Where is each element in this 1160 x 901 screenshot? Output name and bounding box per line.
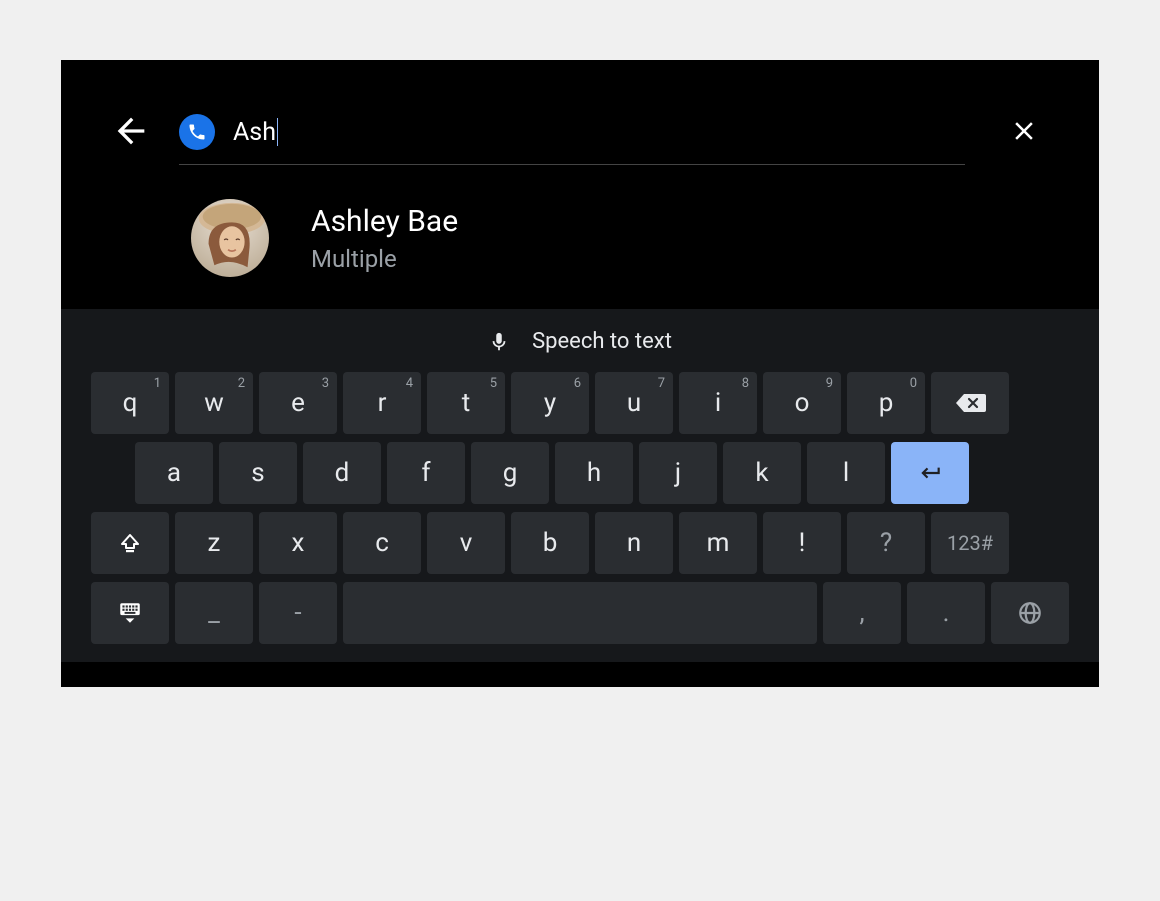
key-m[interactable]: m [679, 512, 757, 574]
key-a[interactable]: a [135, 442, 213, 504]
key-q[interactable]: q1 [91, 372, 169, 434]
contact-text: Ashley Bae Multiple [311, 204, 458, 273]
hide-keyboard-icon [117, 600, 143, 626]
key-question[interactable]: ? [847, 512, 925, 574]
key-hide-keyboard[interactable] [91, 582, 169, 644]
key-y[interactable]: y6 [511, 372, 589, 434]
key-language[interactable] [991, 582, 1069, 644]
backspace-icon [954, 391, 986, 415]
key-dash[interactable]: - [259, 582, 337, 644]
microphone-icon [488, 331, 510, 353]
key-g[interactable]: g [471, 442, 549, 504]
search-field[interactable]: Ash [179, 114, 965, 165]
key-t[interactable]: t5 [427, 372, 505, 434]
key-w[interactable]: w2 [175, 372, 253, 434]
key-symbols[interactable]: 123# [931, 512, 1009, 574]
key-backspace[interactable] [931, 372, 1009, 434]
contact-avatar [191, 199, 269, 277]
keyboard-row-4: _ - , . [91, 582, 1069, 644]
key-s[interactable]: s [219, 442, 297, 504]
key-j[interactable]: j [639, 442, 717, 504]
key-x[interactable]: x [259, 512, 337, 574]
keyboard-row-3: z x c v b n m ! ? 123# [91, 512, 1069, 574]
key-shift[interactable] [91, 512, 169, 574]
key-comma[interactable]: , [823, 582, 901, 644]
key-k[interactable]: k [723, 442, 801, 504]
search-input-text: Ash [233, 118, 278, 147]
close-icon [1009, 116, 1039, 146]
back-arrow-icon [111, 111, 151, 151]
contact-subtitle: Multiple [311, 245, 458, 273]
key-d[interactable]: d [303, 442, 381, 504]
key-i[interactable]: i8 [679, 372, 757, 434]
key-b[interactable]: b [511, 512, 589, 574]
key-l[interactable]: l [807, 442, 885, 504]
key-o[interactable]: o9 [763, 372, 841, 434]
key-n[interactable]: n [595, 512, 673, 574]
device-frame: Ash [61, 60, 1099, 687]
keyboard-row-2: a s d f g h j k l [91, 442, 1069, 504]
globe-icon [1017, 600, 1043, 626]
key-u[interactable]: u7 [595, 372, 673, 434]
phone-app-icon [179, 114, 215, 150]
speech-to-text-button[interactable]: Speech to text [91, 325, 1069, 372]
key-p[interactable]: p0 [847, 372, 925, 434]
shift-icon [118, 531, 142, 555]
key-f[interactable]: f [387, 442, 465, 504]
search-value: Ash [233, 118, 276, 147]
key-exclaim[interactable]: ! [763, 512, 841, 574]
search-bar: Ash [61, 60, 1099, 179]
enter-icon [917, 460, 943, 486]
search-result[interactable]: Ashley Bae Multiple [61, 179, 1099, 309]
key-e[interactable]: e3 [259, 372, 337, 434]
text-cursor [277, 118, 278, 146]
back-button[interactable] [111, 111, 151, 155]
speech-label: Speech to text [532, 329, 672, 354]
keyboard-row-1: q1 w2 e3 r4 t5 y6 u7 i8 o9 p0 [91, 372, 1069, 434]
key-z[interactable]: z [175, 512, 253, 574]
key-v[interactable]: v [427, 512, 505, 574]
key-period[interactable]: . [907, 582, 985, 644]
contact-name: Ashley Bae [311, 204, 458, 239]
key-r[interactable]: r4 [343, 372, 421, 434]
key-space[interactable] [343, 582, 817, 644]
key-c[interactable]: c [343, 512, 421, 574]
on-screen-keyboard: Speech to text q1 w2 e3 r4 t5 y6 u7 i8 o… [61, 309, 1099, 662]
clear-button[interactable] [1009, 116, 1039, 150]
key-h[interactable]: h [555, 442, 633, 504]
key-underscore[interactable]: _ [175, 582, 253, 644]
key-enter[interactable] [891, 442, 969, 504]
